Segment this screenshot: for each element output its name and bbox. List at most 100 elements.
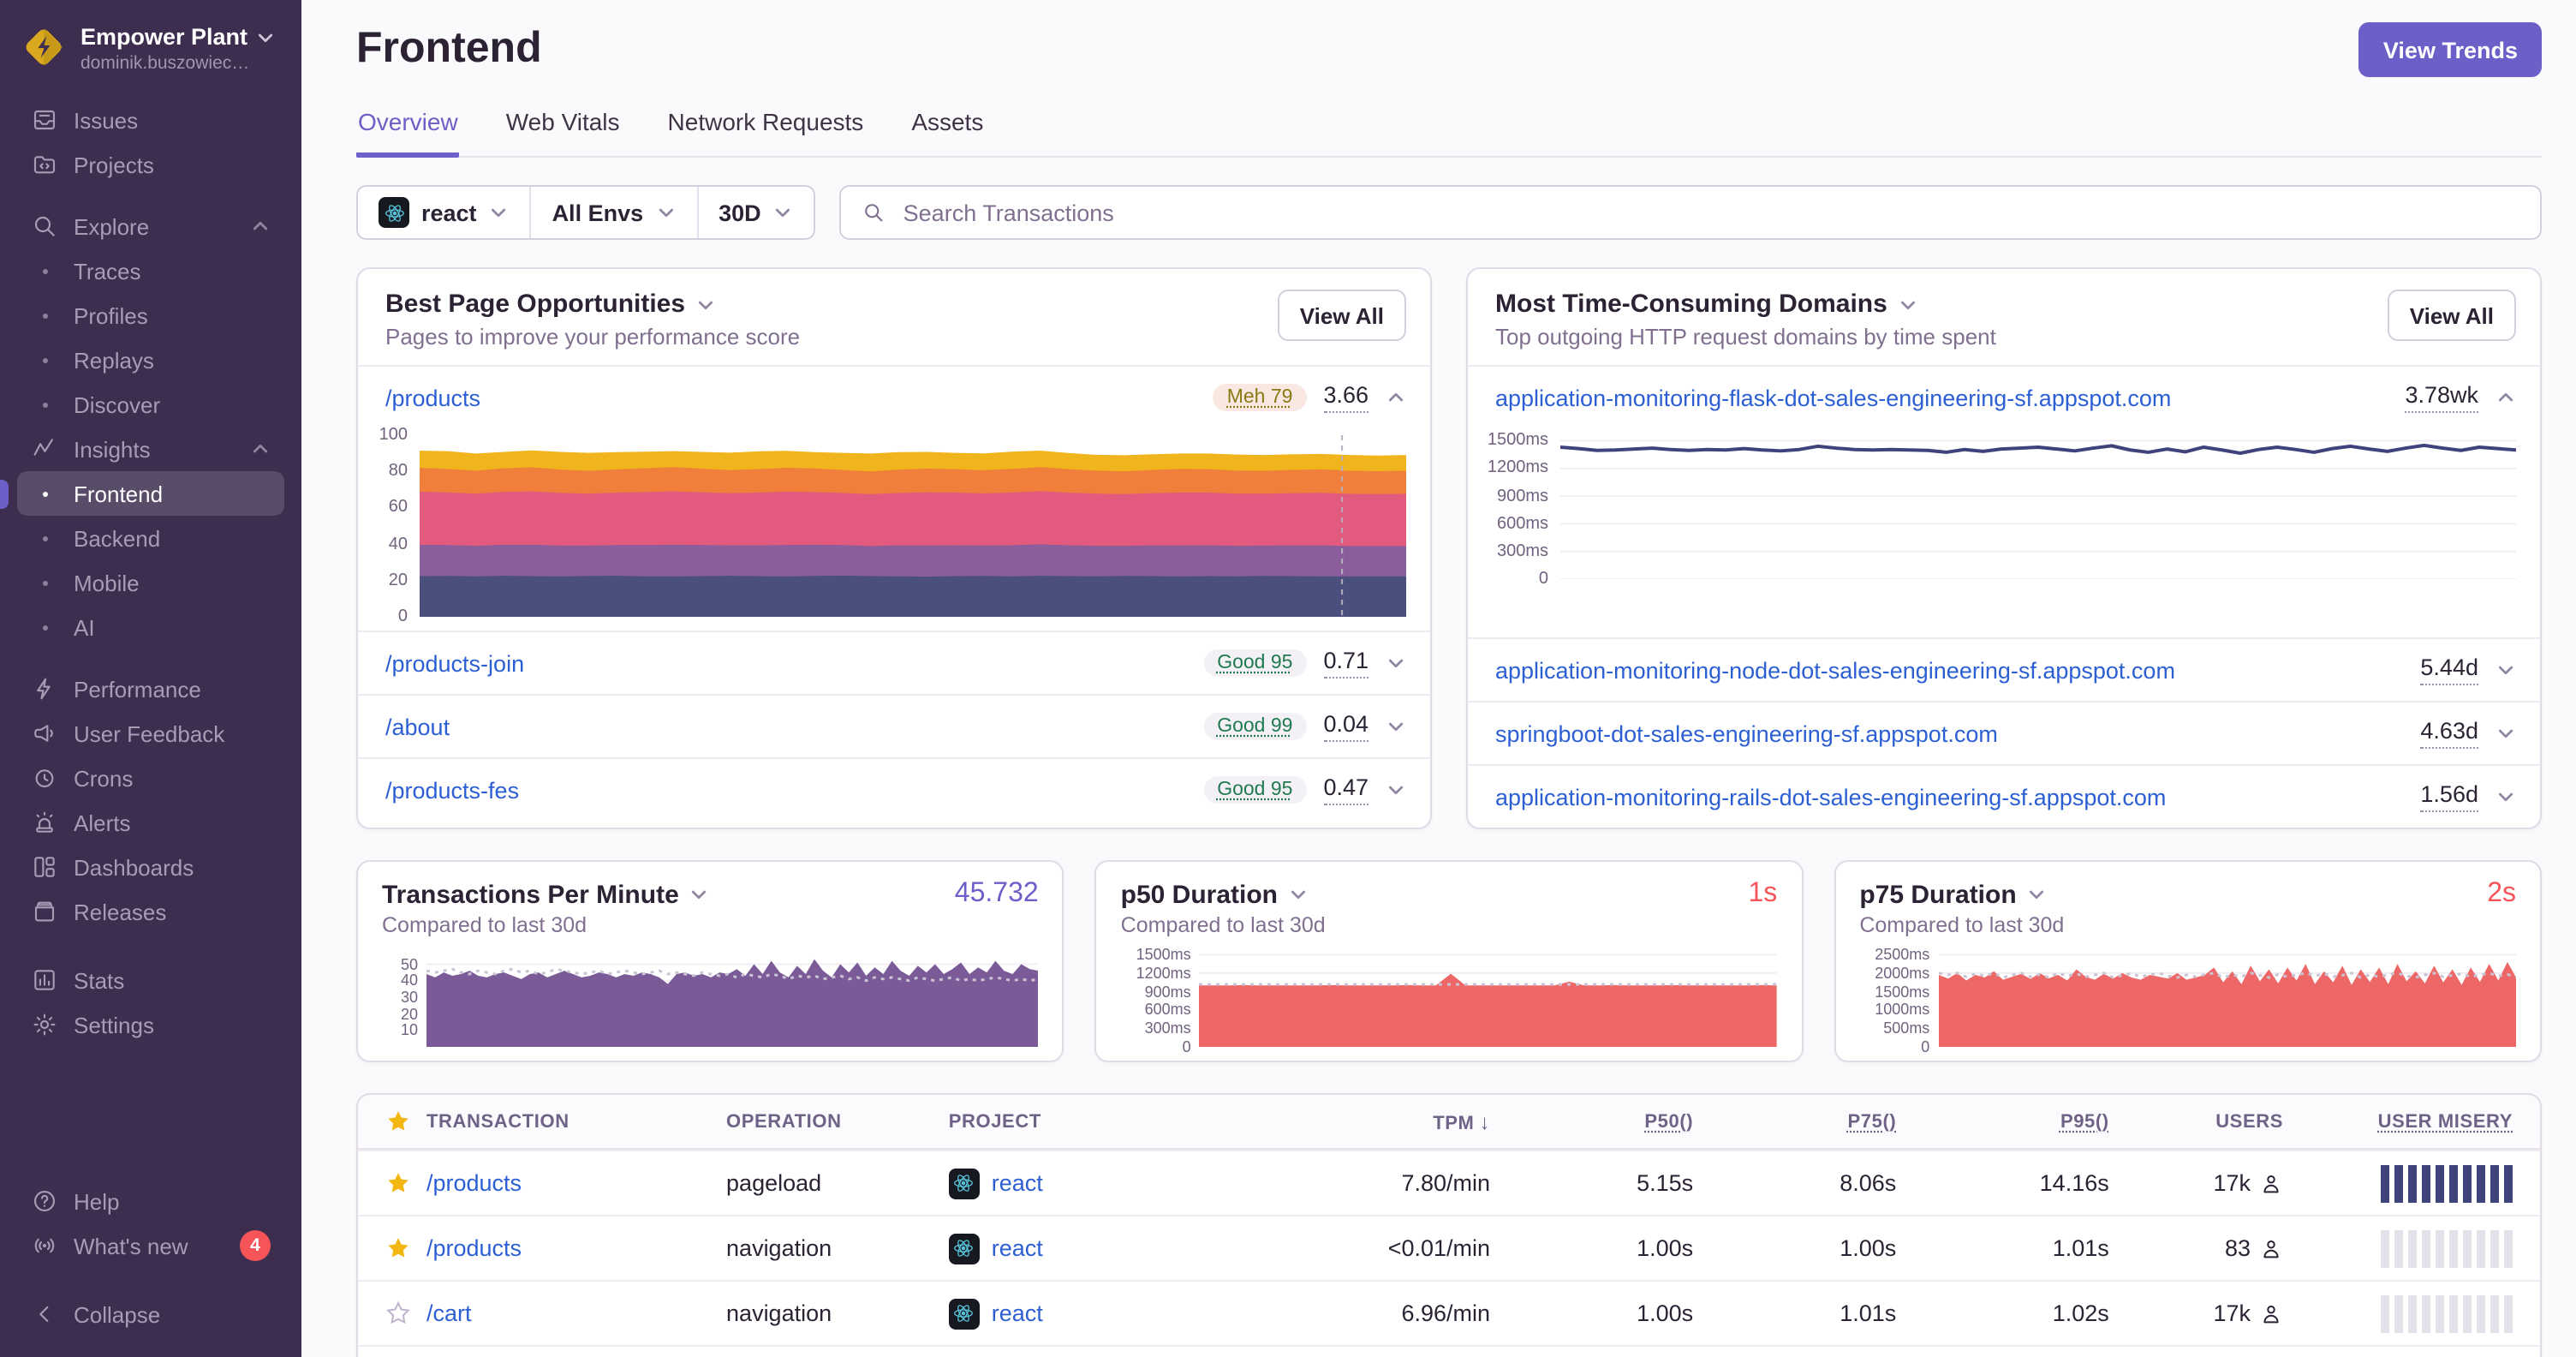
col-users[interactable]: USERS: [2109, 1111, 2283, 1132]
chart-plot-area[interactable]: [1560, 435, 2516, 579]
opportunity-score[interactable]: 0.04: [1323, 711, 1368, 742]
chevron-up-icon[interactable]: [1386, 387, 1406, 408]
sidebar-item-performance[interactable]: Performance: [17, 667, 284, 711]
date-range-filter[interactable]: 30D: [696, 187, 814, 238]
transaction-link[interactable]: /products: [426, 1170, 726, 1196]
time-spent-value[interactable]: 3.78wk: [2405, 382, 2478, 413]
page-link[interactable]: /products: [385, 385, 480, 410]
tab-network-requests[interactable]: Network Requests: [666, 108, 866, 158]
sidebar-item-mobile[interactable]: Mobile: [17, 560, 284, 605]
favorite-toggle[interactable]: [358, 1300, 426, 1326]
sidebar-item-issues[interactable]: Issues: [17, 98, 284, 142]
sidebar-item-backend[interactable]: Backend: [17, 516, 284, 560]
opportunity-score[interactable]: 0.47: [1323, 774, 1368, 805]
page-link[interactable]: /about: [385, 714, 450, 739]
chart-plot-area[interactable]: [426, 951, 1039, 1047]
chevron-down-icon[interactable]: [1386, 716, 1406, 737]
chevron-down-icon[interactable]: [1386, 653, 1406, 673]
page-link[interactable]: /products-fes: [385, 777, 519, 803]
p50-cell: 1.00s: [1637, 1235, 1694, 1261]
bullet-icon: [31, 313, 58, 318]
org-switcher[interactable]: Empower Plant dominik.buszowiec…: [17, 17, 284, 98]
performance-score-badge[interactable]: Good 95: [1203, 649, 1307, 677]
sidebar-item-insights[interactable]: Insights: [17, 427, 284, 471]
transaction-link[interactable]: /products: [426, 1235, 726, 1261]
sidebar-item-profiles[interactable]: Profiles: [17, 293, 284, 338]
tab-web-vitals[interactable]: Web Vitals: [504, 108, 622, 158]
col-p75[interactable]: P75(): [1693, 1111, 1896, 1132]
performance-score-badge[interactable]: Good 95: [1203, 776, 1307, 804]
sidebar-item-user-feedback[interactable]: User Feedback: [17, 711, 284, 756]
col-tpm[interactable]: TPM ↓: [1307, 1109, 1491, 1133]
chevron-down-icon[interactable]: [689, 884, 710, 905]
col-transaction[interactable]: TRANSACTION: [426, 1111, 726, 1132]
project-link[interactable]: react: [992, 1235, 1043, 1261]
project-link[interactable]: react: [992, 1170, 1043, 1196]
sidebar-item-traces[interactable]: Traces: [17, 248, 284, 293]
time-spent-value[interactable]: 1.56d: [2420, 781, 2478, 812]
sidebar-collapse-button[interactable]: Collapse: [17, 1292, 284, 1336]
sidebar-item-explore[interactable]: Explore: [17, 204, 284, 248]
opportunity-score[interactable]: 3.66: [1323, 382, 1368, 413]
time-spent-value[interactable]: 4.63d: [2420, 718, 2478, 749]
chart-plot-area[interactable]: [1199, 951, 1778, 1047]
tpm-value: 45.732: [954, 879, 1039, 908]
sidebar-item-whats-new[interactable]: What's new 4: [17, 1223, 284, 1268]
sidebar-item-frontend[interactable]: Frontend: [17, 471, 284, 516]
domain-row-springboot: springboot-dot-sales-engineering-sf.apps…: [1468, 701, 2540, 764]
sidebar-item-discover[interactable]: Discover: [17, 382, 284, 427]
sidebar-item-help[interactable]: Help: [17, 1179, 284, 1223]
col-user-misery[interactable]: USER MISERY: [2283, 1111, 2540, 1132]
chevron-up-icon[interactable]: [2496, 387, 2516, 408]
search-input[interactable]: [899, 198, 2519, 227]
tab-assets[interactable]: Assets: [909, 108, 985, 158]
chevron-down-icon[interactable]: [2496, 660, 2516, 680]
domains-view-all-button[interactable]: View All: [2387, 290, 2516, 341]
sidebar-item-stats[interactable]: Stats: [17, 958, 284, 1002]
time-consuming-domains-panel: Most Time-Consuming Domains Top outgoing…: [1466, 267, 2542, 829]
opportunity-score[interactable]: 0.71: [1323, 648, 1368, 678]
sidebar-item-settings[interactable]: Settings: [17, 1002, 284, 1047]
sidebar-item-releases[interactable]: Releases: [17, 889, 284, 934]
chevron-down-icon[interactable]: [1288, 884, 1309, 905]
sidebar-item-replays[interactable]: Replays: [17, 338, 284, 382]
sidebar-item-dashboards[interactable]: Dashboards: [17, 845, 284, 889]
domain-link[interactable]: application-monitoring-flask-dot-sales-e…: [1495, 385, 2171, 410]
col-p50[interactable]: P50(): [1490, 1111, 1693, 1132]
sidebar-item-crons[interactable]: Crons: [17, 756, 284, 800]
chart-plot-area[interactable]: [1938, 951, 2516, 1047]
environment-filter[interactable]: All Envs: [529, 187, 697, 238]
domain-link[interactable]: springboot-dot-sales-engineering-sf.apps…: [1495, 720, 1998, 746]
sidebar-item-label: Traces: [74, 258, 141, 284]
page-link[interactable]: /products-join: [385, 650, 524, 676]
performance-score-badge[interactable]: Meh 79: [1213, 384, 1307, 411]
tab-overview[interactable]: Overview: [356, 108, 460, 158]
favorite-toggle[interactable]: [358, 1235, 426, 1261]
domain-link[interactable]: application-monitoring-node-dot-sales-en…: [1495, 657, 2175, 683]
project-filter[interactable]: react: [358, 187, 530, 238]
star-column-header[interactable]: [358, 1109, 426, 1134]
best-pages-view-all-button[interactable]: View All: [1277, 290, 1406, 341]
col-operation[interactable]: OPERATION: [726, 1111, 949, 1132]
chevron-down-icon[interactable]: [2027, 884, 2048, 905]
chevron-down-icon[interactable]: [1386, 780, 1406, 800]
sidebar-item-alerts[interactable]: Alerts: [17, 800, 284, 845]
transaction-link[interactable]: /cart: [426, 1300, 726, 1326]
domain-link[interactable]: application-monitoring-rails-dot-sales-e…: [1495, 784, 2166, 810]
view-trends-button[interactable]: View Trends: [2358, 22, 2542, 77]
favorite-toggle[interactable]: [358, 1170, 426, 1196]
chevron-down-icon[interactable]: [2496, 786, 2516, 807]
chevron-down-icon[interactable]: [695, 294, 716, 314]
time-spent-value[interactable]: 5.44d: [2420, 655, 2478, 685]
chart-plot-area[interactable]: [420, 435, 1406, 617]
clock-icon: [31, 764, 58, 792]
chevron-down-icon[interactable]: [2496, 723, 2516, 744]
star-filled-icon: [385, 1235, 411, 1261]
chevron-down-icon[interactable]: [1898, 294, 1918, 314]
performance-score-badge[interactable]: Good 99: [1203, 713, 1307, 740]
col-p95[interactable]: P95(): [1896, 1111, 2108, 1132]
sidebar-item-ai[interactable]: AI: [17, 605, 284, 649]
col-project[interactable]: PROJECT: [949, 1111, 1307, 1132]
project-link[interactable]: react: [992, 1300, 1043, 1326]
sidebar-item-projects[interactable]: Projects: [17, 142, 284, 187]
